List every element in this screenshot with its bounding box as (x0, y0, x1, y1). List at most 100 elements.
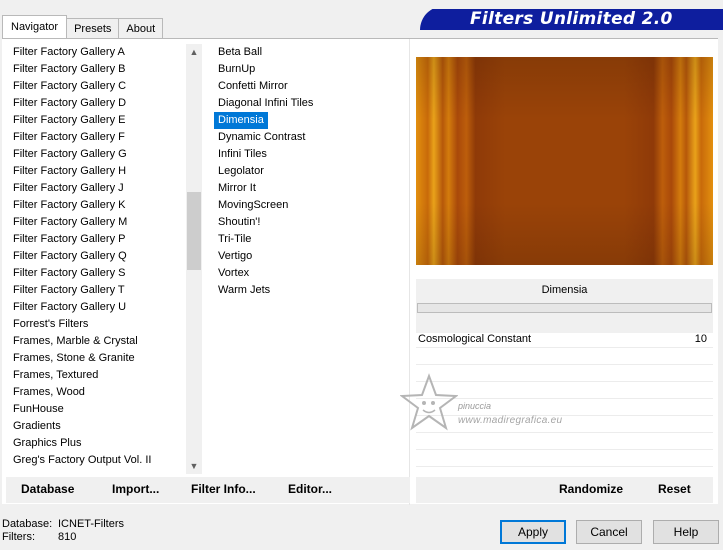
category-item[interactable]: Filter Factory Gallery A (6, 44, 184, 61)
category-item[interactable]: Filter Factory Gallery K (6, 197, 184, 214)
filter-info-button[interactable]: Filter Info... (191, 482, 256, 496)
import-button[interactable]: Import... (112, 482, 159, 496)
category-item[interactable]: FunHouse (6, 401, 184, 418)
filter-row: Confetti Mirror (214, 78, 408, 95)
filter-title-box: Dimensia (416, 279, 713, 333)
parameter-row-empty (416, 450, 713, 467)
filter-row: Beta Ball (214, 44, 408, 61)
filter-row: Tri-Tile (214, 231, 408, 248)
randomize-button[interactable]: Randomize (559, 482, 623, 496)
scrollbar-thumb[interactable] (187, 192, 201, 270)
filter-row: Shoutin'! (214, 214, 408, 231)
tab-strip: Navigator Presets About (2, 15, 164, 38)
filter-item[interactable]: Infini Tiles (214, 146, 271, 163)
filter-item[interactable]: Vertigo (214, 248, 256, 265)
parameter-name: Cosmological Constant (418, 333, 532, 345)
category-item[interactable]: Filter Factory Gallery Q (6, 248, 184, 265)
status-info: Database: ICNET-Filters Filters: 810 (2, 518, 124, 544)
category-item[interactable]: Graphics Plus (6, 435, 184, 452)
category-item[interactable]: Frames, Textured (6, 367, 184, 384)
filter-item[interactable]: MovingScreen (214, 197, 292, 214)
filter-row: Vortex (214, 265, 408, 282)
progress-bar (417, 303, 712, 313)
filter-row: Diagonal Infini Tiles (214, 95, 408, 112)
filter-item[interactable]: Diagonal Infini Tiles (214, 95, 317, 112)
filter-row: Legolator (214, 163, 408, 180)
parameter-row-empty (416, 382, 713, 399)
category-item[interactable]: Filter Factory Gallery C (6, 78, 184, 95)
help-button[interactable]: Help (653, 520, 719, 544)
category-item[interactable]: Filter Factory Gallery P (6, 231, 184, 248)
selected-filter-name: Dimensia (541, 284, 588, 296)
filter-row: Infini Tiles (214, 146, 408, 163)
category-item[interactable]: Frames, Stone & Granite (6, 350, 184, 367)
reset-button[interactable]: Reset (658, 482, 691, 496)
category-item[interactable]: Filter Factory Gallery G (6, 146, 184, 163)
filter-row: Dimensia (214, 112, 408, 129)
divider (409, 39, 410, 505)
filter-item[interactable]: Shoutin'! (214, 214, 264, 231)
category-item[interactable]: Filter Factory Gallery T (6, 282, 184, 299)
parameter-row-empty (416, 365, 713, 382)
filter-item[interactable]: Warm Jets (214, 282, 274, 299)
filter-item[interactable]: Tri-Tile (214, 231, 255, 248)
parameter-row-empty (416, 399, 713, 416)
category-item[interactable]: Filter Factory Gallery B (6, 61, 184, 78)
filter-preview-image (416, 57, 713, 265)
category-item[interactable]: Greg's Factory Output Vol. II (6, 452, 184, 469)
parameter-value[interactable]: 10 (695, 331, 707, 348)
app-banner: Filters Unlimited 2.0 (420, 3, 723, 30)
tab-label: Navigator (11, 21, 59, 33)
parameter-row[interactable]: Cosmological Constant 10 (416, 331, 713, 348)
category-item[interactable]: Filter Factory Gallery E (6, 112, 184, 129)
tab-navigator[interactable]: Navigator (2, 15, 68, 38)
filter-item[interactable]: BurnUp (214, 61, 259, 78)
filter-item[interactable]: Vortex (214, 265, 253, 282)
category-item[interactable]: Filter Factory Gallery F (6, 129, 184, 146)
scroll-up-icon[interactable]: ▲ (186, 44, 202, 60)
category-item[interactable]: Forrest's Filters (6, 316, 184, 333)
parameter-row-empty (416, 433, 713, 450)
category-item[interactable]: Gradients (6, 418, 184, 435)
filter-item[interactable]: Legolator (214, 163, 268, 180)
category-scrollbar[interactable]: ▲ ▼ (186, 44, 202, 474)
editor-button[interactable]: Editor... (288, 482, 332, 496)
filter-item[interactable]: Dimensia (214, 112, 268, 129)
category-item[interactable]: Filter Factory Gallery H (6, 163, 184, 180)
category-item[interactable]: Filter Factory Gallery M (6, 214, 184, 231)
apply-button[interactable]: Apply (500, 520, 566, 544)
database-value: ICNET-Filters (58, 518, 124, 530)
filter-row: Warm Jets (214, 282, 408, 299)
navigator-panel: Filter Factory Gallery A Filter Factory G… (2, 38, 718, 505)
filter-item[interactable]: Mirror It (214, 180, 260, 197)
filter-list[interactable]: Beta Ball BurnUp Confetti Mirror Diagonal I… (214, 44, 408, 474)
parameter-row-empty (416, 416, 713, 433)
category-item[interactable]: Filter Factory Gallery J (6, 180, 184, 197)
app-title: Filters Unlimited 2.0 (470, 9, 673, 29)
tab-about[interactable]: About (118, 18, 164, 38)
cancel-button[interactable]: Cancel (576, 520, 642, 544)
filter-item[interactable]: Confetti Mirror (214, 78, 292, 95)
database-button[interactable]: Database (21, 482, 74, 496)
tab-label: About (126, 22, 156, 35)
category-item[interactable]: Filter Factory Gallery U (6, 299, 184, 316)
category-list[interactable]: Filter Factory Gallery A Filter Factory G… (6, 44, 184, 474)
filters-count-label: Filters: (2, 531, 35, 543)
filter-item[interactable]: Dynamic Contrast (214, 129, 309, 146)
scroll-down-icon[interactable]: ▼ (186, 458, 202, 474)
parameter-row-empty (416, 348, 713, 365)
tab-presets[interactable]: Presets (66, 18, 120, 38)
database-label: Database: (2, 518, 53, 530)
filter-row: MovingScreen (214, 197, 408, 214)
tab-label: Presets (74, 22, 112, 35)
filter-row: BurnUp (214, 61, 408, 78)
filter-item[interactable]: Beta Ball (214, 44, 266, 61)
parameter-list: Cosmological Constant 10 (416, 331, 713, 467)
category-item[interactable]: Frames, Marble & Crystal (6, 333, 184, 350)
category-item[interactable]: Filter Factory Gallery D (6, 95, 184, 112)
category-item[interactable]: Filter Factory Gallery S (6, 265, 184, 282)
filter-row: Dynamic Contrast (214, 129, 408, 146)
filter-row: Mirror It (214, 180, 408, 197)
category-item[interactable]: Frames, Wood (6, 384, 184, 401)
navigator-button-bar: Database Import... Filter Info... Editor… (6, 477, 410, 503)
